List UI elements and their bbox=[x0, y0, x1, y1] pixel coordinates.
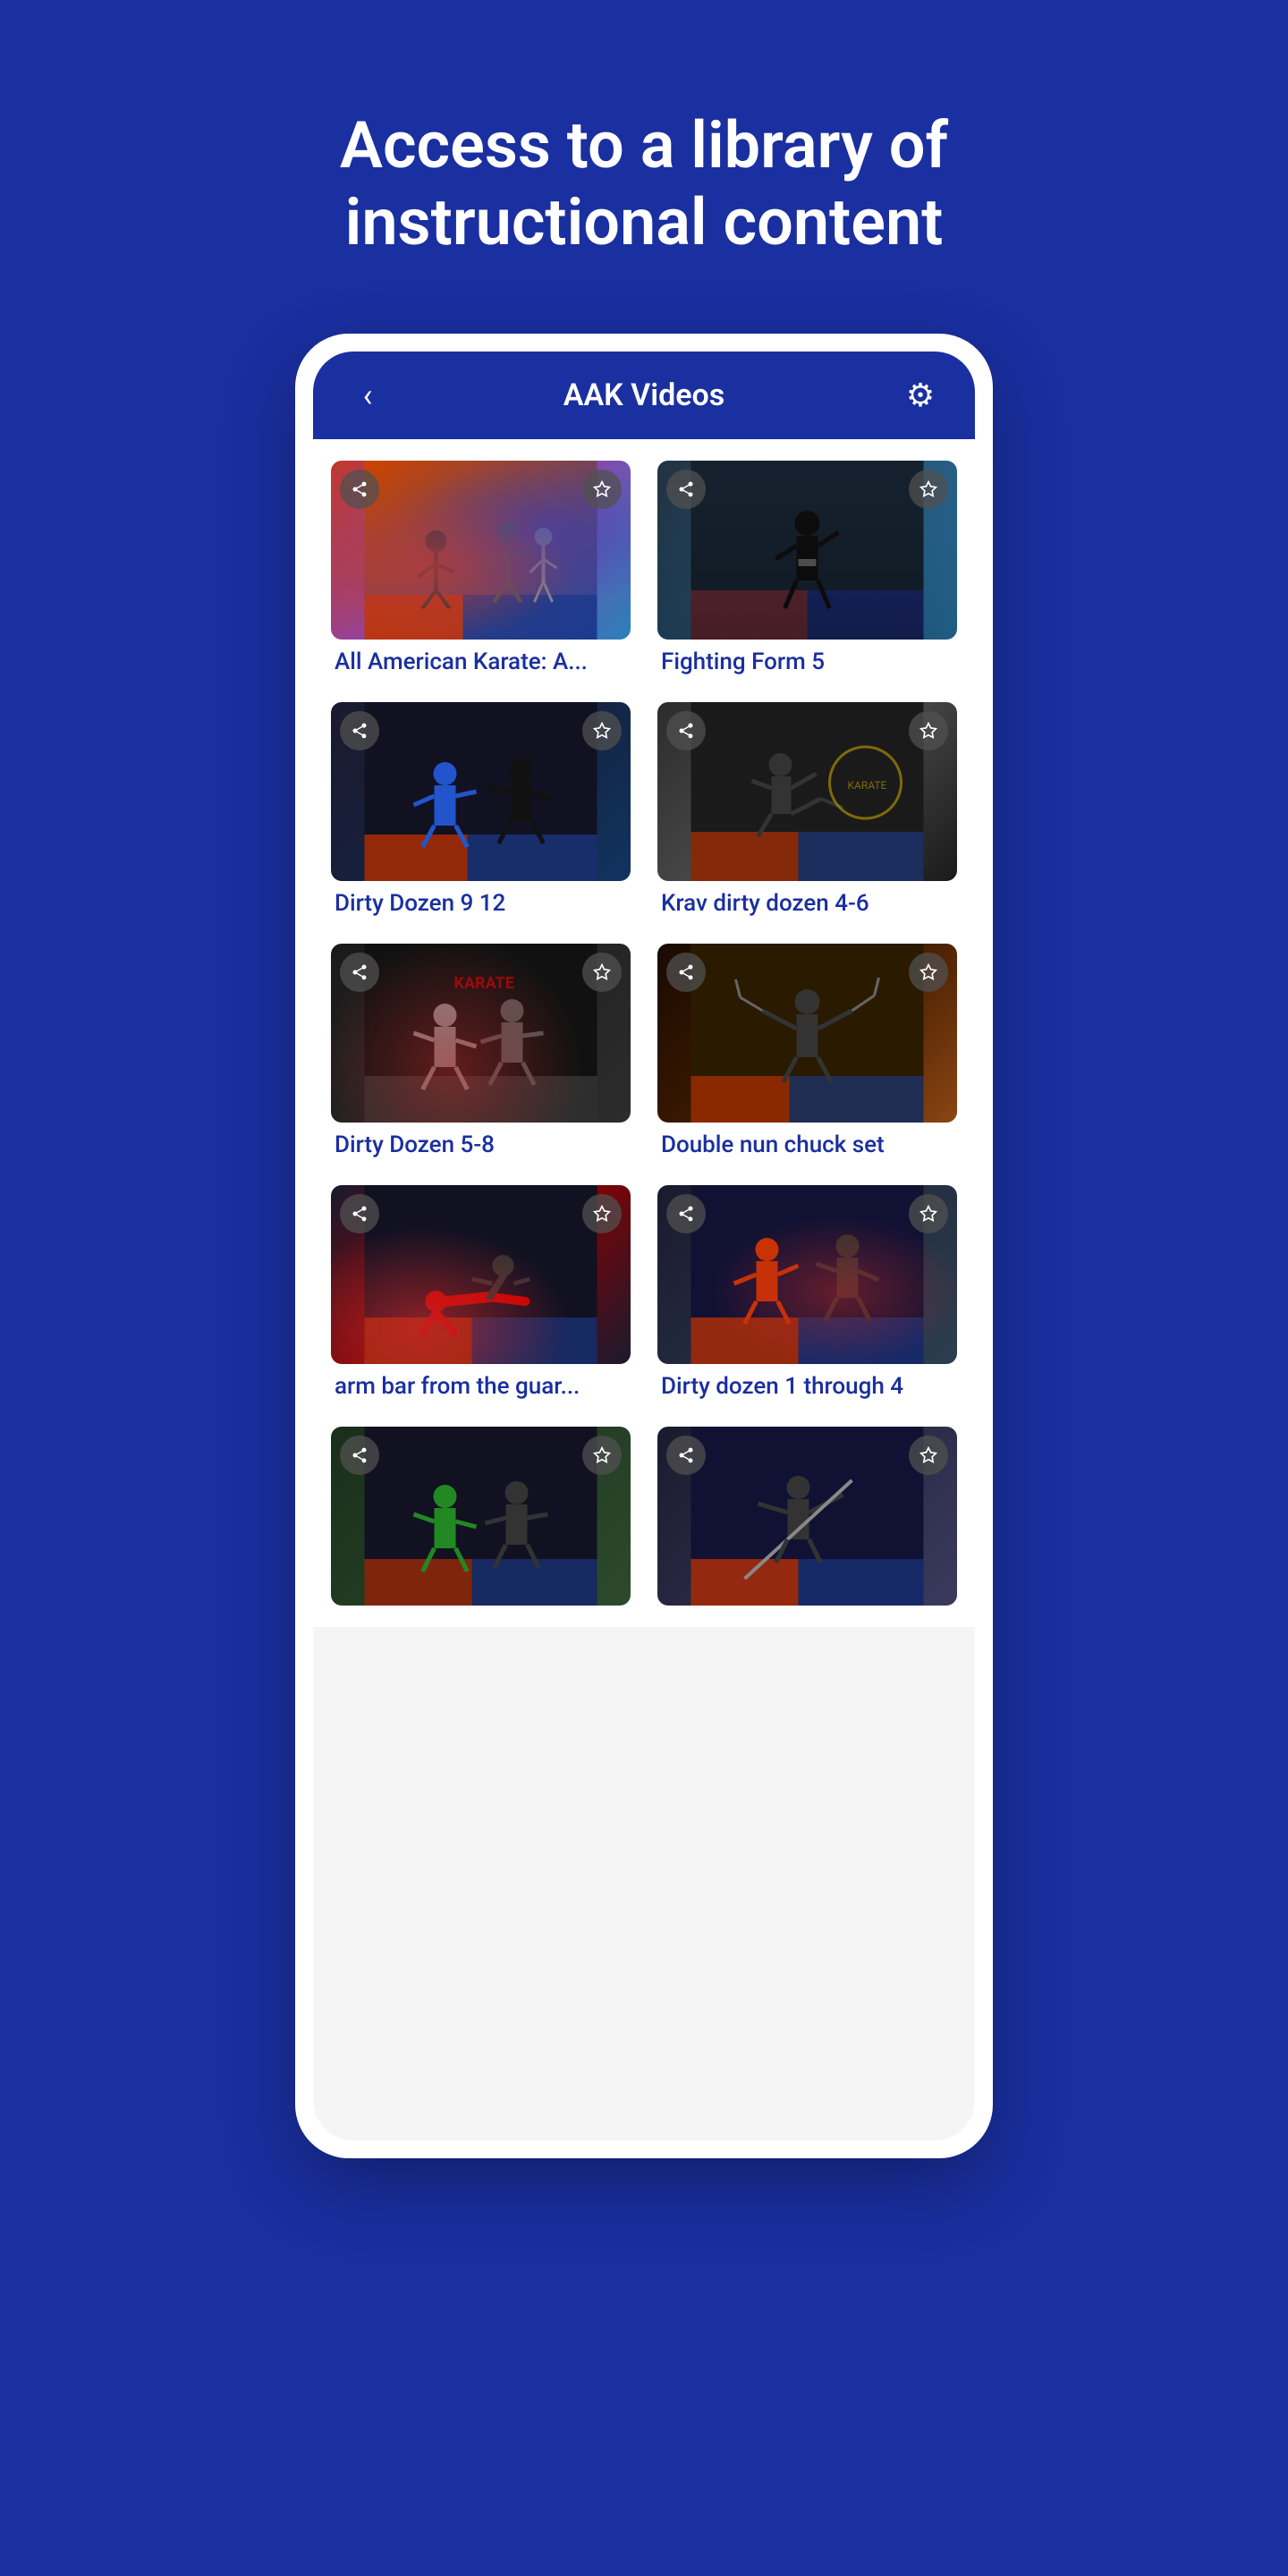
video-thumb-1 bbox=[331, 461, 631, 640]
app-header-title: AAK Videos bbox=[564, 377, 724, 413]
star-button-9[interactable] bbox=[582, 1436, 622, 1475]
video-overlay-icons-2 bbox=[666, 470, 948, 509]
star-button-2[interactable] bbox=[909, 470, 948, 509]
video-thumb-6 bbox=[657, 944, 957, 1123]
phone-inner: ‹ AAK Videos ⚙ bbox=[313, 352, 975, 2140]
video-card-7[interactable]: arm bar from the guar... bbox=[331, 1185, 631, 1400]
share-button-9[interactable] bbox=[340, 1436, 379, 1475]
video-thumb-7 bbox=[331, 1185, 631, 1364]
app-header: ‹ AAK Videos ⚙ bbox=[313, 352, 975, 439]
video-card-10[interactable] bbox=[657, 1427, 957, 1606]
svg-text:KARATE: KARATE bbox=[848, 779, 887, 792]
video-title-6: Double nun chuck set bbox=[657, 1131, 957, 1158]
star-button-1[interactable] bbox=[582, 470, 622, 509]
videos-grid: All American Karate: A... bbox=[313, 439, 975, 1627]
video-title-8: Dirty dozen 1 through 4 bbox=[657, 1373, 957, 1400]
star-button-3[interactable] bbox=[582, 711, 622, 750]
video-card-5[interactable]: KARATE bbox=[331, 944, 631, 1158]
star-button-6[interactable] bbox=[909, 953, 948, 992]
back-button[interactable]: ‹ bbox=[345, 377, 390, 414]
star-button-10[interactable] bbox=[909, 1436, 948, 1475]
video-thumb-4: KARATE bbox=[657, 702, 957, 881]
star-button-4[interactable] bbox=[909, 711, 948, 750]
phone-container: ‹ AAK Videos ⚙ bbox=[295, 334, 993, 2158]
video-overlay-icons-5 bbox=[340, 953, 622, 992]
video-overlay-icons-10 bbox=[666, 1436, 948, 1475]
video-thumb-2 bbox=[657, 461, 957, 640]
video-thumb-8 bbox=[657, 1185, 957, 1364]
video-title-3: Dirty Dozen 9 12 bbox=[331, 890, 631, 917]
video-overlay-icons-1 bbox=[340, 470, 622, 509]
video-title-5: Dirty Dozen 5-8 bbox=[331, 1131, 631, 1158]
video-overlay-icons-4 bbox=[666, 711, 948, 750]
share-button-4[interactable] bbox=[666, 711, 706, 750]
video-overlay-icons-9 bbox=[340, 1436, 622, 1475]
video-thumb-3 bbox=[331, 702, 631, 881]
hero-title: Access to a library of instructional con… bbox=[331, 107, 957, 262]
star-button-8[interactable] bbox=[909, 1194, 948, 1233]
video-overlay-icons-7 bbox=[340, 1194, 622, 1233]
share-button-1[interactable] bbox=[340, 470, 379, 509]
share-button-2[interactable] bbox=[666, 470, 706, 509]
share-button-6[interactable] bbox=[666, 953, 706, 992]
video-card-2[interactable]: Fighting Form 5 bbox=[657, 461, 957, 675]
video-card-1[interactable]: All American Karate: A... bbox=[331, 461, 631, 675]
video-title-1: All American Karate: A... bbox=[331, 648, 631, 675]
share-button-3[interactable] bbox=[340, 711, 379, 750]
video-title-4: Krav dirty dozen 4-6 bbox=[657, 890, 957, 917]
hero-section: Access to a library of instructional con… bbox=[0, 0, 1288, 334]
star-button-7[interactable] bbox=[582, 1194, 622, 1233]
video-overlay-icons-8 bbox=[666, 1194, 948, 1233]
video-thumb-10 bbox=[657, 1427, 957, 1606]
video-thumb-9 bbox=[331, 1427, 631, 1606]
video-overlay-icons-6 bbox=[666, 953, 948, 992]
video-title-7: arm bar from the guar... bbox=[331, 1373, 631, 1400]
share-button-5[interactable] bbox=[340, 953, 379, 992]
settings-button[interactable]: ⚙ bbox=[898, 377, 943, 414]
video-thumb-5: KARATE bbox=[331, 944, 631, 1123]
video-card-4[interactable]: KARATE Krav dirty dozen 4-6 bbox=[657, 702, 957, 917]
share-button-10[interactable] bbox=[666, 1436, 706, 1475]
video-card-8[interactable]: Dirty dozen 1 through 4 bbox=[657, 1185, 957, 1400]
video-overlay-icons-3 bbox=[340, 711, 622, 750]
video-card-6[interactable]: Double nun chuck set bbox=[657, 944, 957, 1158]
video-card-3[interactable]: Dirty Dozen 9 12 bbox=[331, 702, 631, 917]
video-title-2: Fighting Form 5 bbox=[657, 648, 957, 675]
share-button-7[interactable] bbox=[340, 1194, 379, 1233]
share-button-8[interactable] bbox=[666, 1194, 706, 1233]
star-button-5[interactable] bbox=[582, 953, 622, 992]
video-card-9[interactable] bbox=[331, 1427, 631, 1606]
